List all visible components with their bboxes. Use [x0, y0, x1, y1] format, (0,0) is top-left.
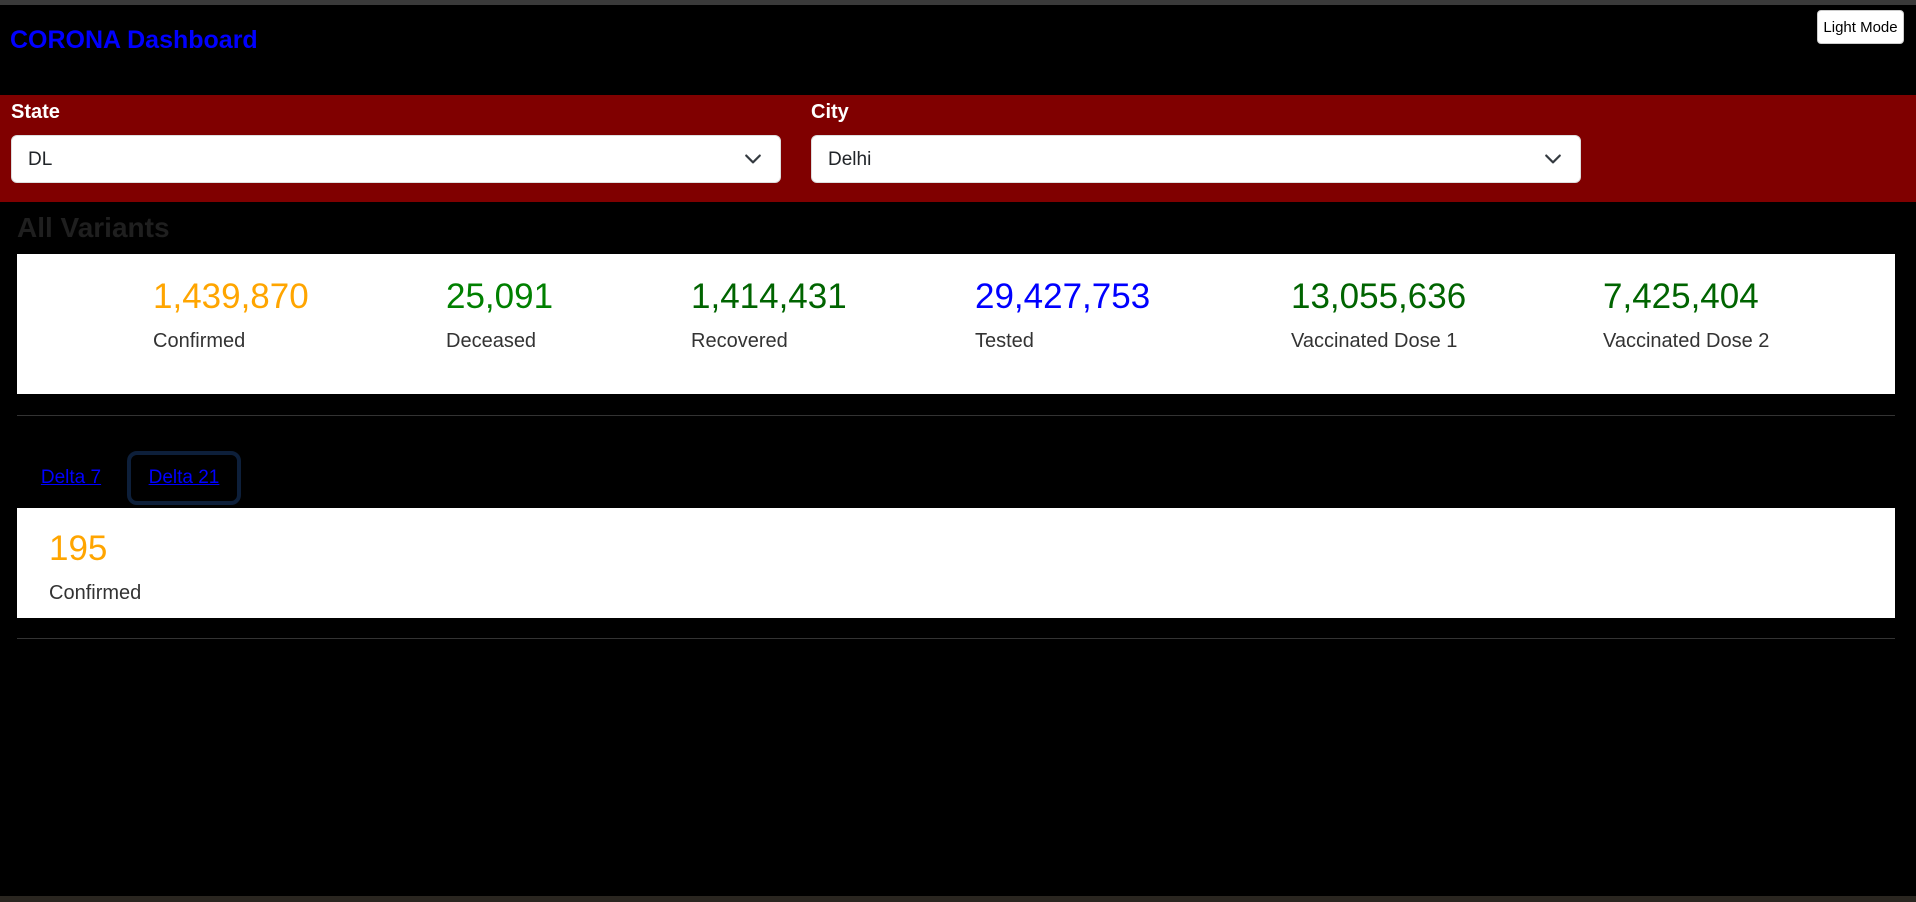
tab-delta-7[interactable]: Delta 7 [30, 451, 112, 505]
stat-value: 1,439,870 [153, 277, 309, 316]
chevron-down-icon [1545, 154, 1561, 164]
divider [17, 415, 1895, 416]
stat-label: Tested [975, 330, 1034, 352]
stat-label: Confirmed [49, 582, 142, 604]
stat-label: Vaccinated Dose 1 [1291, 330, 1458, 352]
stat-vaccinated-dose-2: 7,425,404 Vaccinated Dose 2 [1603, 276, 1773, 356]
window-top-border [0, 0, 1916, 5]
stat-value: 29,427,753 [975, 277, 1151, 316]
state-select-value: DL [28, 149, 53, 170]
section-title: All Variants [17, 212, 170, 243]
stat-value: 195 [49, 529, 108, 568]
city-select[interactable]: Delhi [811, 135, 1581, 183]
light-mode-button[interactable]: Light Mode [1817, 10, 1904, 44]
stat-tested: 29,427,753 Tested [975, 276, 1150, 356]
window-bottom-border [0, 896, 1916, 902]
stat-vaccinated-dose-1: 13,055,636 Vaccinated Dose 1 [1291, 276, 1466, 356]
app-title: CORONA Dashboard [10, 26, 258, 54]
variant-stats-card: 195 Confirmed [17, 508, 1895, 618]
state-label: State [11, 101, 60, 123]
divider [17, 638, 1895, 639]
filter-bar: State DL City Delhi [0, 95, 1916, 202]
tab-delta-21[interactable]: Delta 21 [127, 451, 241, 505]
stat-deceased: 25,091 Deceased [446, 276, 553, 356]
city-label: City [811, 101, 849, 123]
state-select[interactable]: DL [11, 135, 781, 183]
stats-card: 1,439,870 Confirmed 25,091 Deceased 1,41… [17, 254, 1895, 394]
stat-value: 7,425,404 [1603, 277, 1759, 316]
stat-value: 13,055,636 [1291, 277, 1467, 316]
stat-confirmed: 1,439,870 Confirmed [153, 276, 309, 356]
stat-label: Deceased [446, 330, 537, 352]
stat-value: 25,091 [446, 277, 554, 316]
variant-stat-confirmed: 195 Confirmed [49, 528, 141, 608]
stat-label: Confirmed [153, 330, 246, 352]
stat-value: 1,414,431 [691, 277, 847, 316]
stat-recovered: 1,414,431 Recovered [691, 276, 847, 356]
stat-label: Recovered [691, 330, 788, 352]
chevron-down-icon [745, 154, 761, 164]
stat-label: Vaccinated Dose 2 [1603, 330, 1770, 352]
city-select-value: Delhi [828, 149, 872, 170]
